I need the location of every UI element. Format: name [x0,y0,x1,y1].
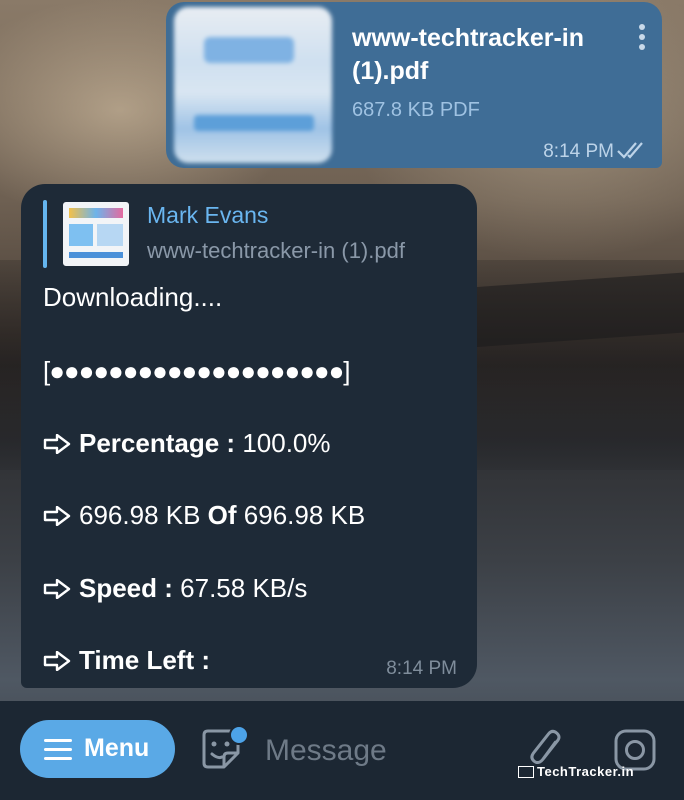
watermark-logo-icon [518,766,534,778]
watermark: TechTracker.in [518,764,634,779]
reply-file-thumbnail [63,202,129,266]
percentage-line: Percentage : 100.0% [43,428,331,459]
size-line: 696.98 KB Of 696.98 KB [43,500,365,531]
downloaded-size: 696.98 KB [79,500,201,530]
arrow-right-icon [43,651,71,671]
incoming-download-status-message[interactable]: Mark Evans www-techtracker-in (1).pdf Do… [21,184,477,688]
speed-label: Speed : [79,573,173,603]
pdf-thumbnail[interactable] [174,7,332,163]
of-label: Of [207,500,237,530]
message-time: 8:14 PM [386,658,457,679]
more-options-icon[interactable] [638,24,646,54]
percentage-value: 100.0% [242,428,331,458]
total-size: 696.98 KB [243,500,366,530]
reply-sender-name: Mark Evans [147,202,269,228]
file-size: 687.8 KB PDF [352,99,480,121]
reply-preview[interactable]: Mark Evans www-techtracker-in (1).pdf [43,200,463,268]
reply-file-name: www-techtracker-in (1).pdf [147,238,405,263]
percentage-label: Percentage : [79,428,236,458]
watermark-text: TechTracker.in [537,764,635,779]
progress-bar-text: [●●●●●●●●●●●●●●●●●●●●] [43,356,351,386]
time-left-line: Time Left : [43,645,210,676]
file-name: www-techtracker-in (1).pdf [352,22,622,88]
message-input[interactable] [263,725,507,777]
new-sticker-badge [229,725,249,745]
message-time: 8:14 PM [543,141,614,162]
read-double-check-icon [617,142,643,159]
menu-button-label: Menu [84,734,150,762]
speed-line: Speed : 67.58 KB/s [43,573,307,604]
menu-icon [44,739,72,766]
status-line: Downloading.... [43,282,223,312]
bot-menu-button[interactable]: Menu [20,720,175,778]
time-left-label: Time Left : [79,645,210,675]
message-input-bar: Menu TechTracker.in [0,701,684,800]
file-name-line2: (1).pdf [352,57,429,85]
arrow-right-icon [43,506,71,526]
file-name-line1: www-techtracker-in [352,24,585,52]
reply-accent-bar [43,200,47,268]
arrow-right-icon [43,579,71,599]
arrow-right-icon [43,434,71,454]
speed-value: 67.58 KB/s [180,573,308,603]
outgoing-file-message[interactable]: www-techtracker-in (1).pdf 687.8 KB PDF … [166,2,662,168]
